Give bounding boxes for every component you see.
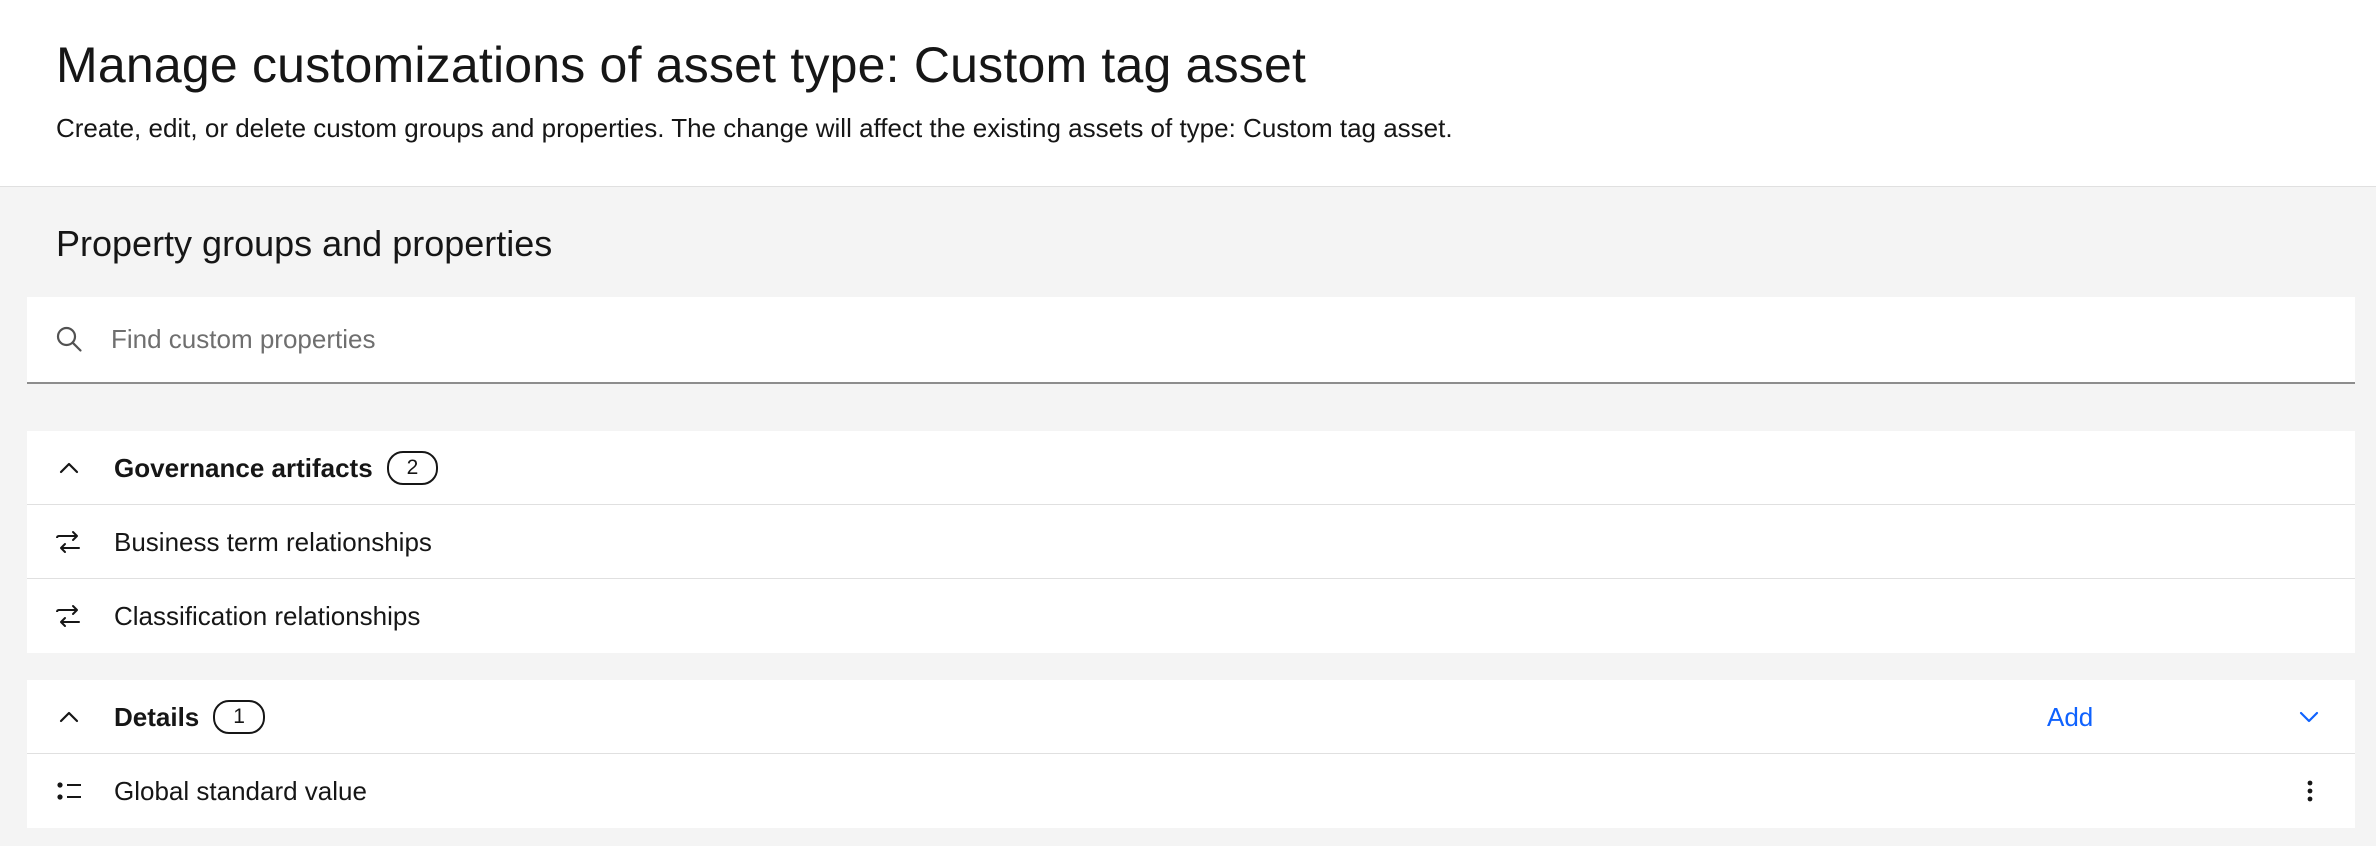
property-label: Business term relationships bbox=[114, 527, 432, 557]
overflow-menu-icon[interactable] bbox=[2295, 776, 2325, 806]
relationship-icon bbox=[56, 605, 80, 627]
section-heading: Property groups and properties bbox=[56, 223, 553, 264]
list-item[interactable]: Global standard value bbox=[27, 754, 2355, 828]
property-label: Classification relationships bbox=[114, 601, 421, 631]
property-group-details: Details 1 Add Global standard value bbox=[27, 680, 2355, 828]
chevron-up-icon[interactable] bbox=[55, 703, 83, 731]
group-name-text: Details bbox=[114, 702, 200, 732]
group-name-text: Governance artifacts bbox=[114, 453, 373, 483]
chevron-up-icon[interactable] bbox=[55, 454, 83, 482]
list-icon bbox=[57, 782, 81, 800]
property-label: Global standard value bbox=[114, 776, 367, 806]
group-header-details[interactable]: Details 1 Add bbox=[27, 680, 2355, 754]
search-input[interactable] bbox=[111, 297, 2311, 382]
add-button[interactable]: Add bbox=[2047, 680, 2093, 754]
page-title: Manage customizations of asset type: Cus… bbox=[56, 37, 1307, 93]
search-bar bbox=[27, 297, 2355, 384]
relationship-icon bbox=[56, 531, 80, 553]
page-subtitle: Create, edit, or delete custom groups an… bbox=[56, 113, 1453, 143]
page-header: Manage customizations of asset type: Cus… bbox=[0, 0, 2376, 187]
search-icon bbox=[56, 326, 82, 352]
group-name: Details 1 bbox=[114, 680, 265, 754]
group-name: Governance artifacts 2 bbox=[114, 431, 439, 505]
list-item[interactable]: Classification relationships bbox=[27, 579, 2355, 653]
group-header-governance-artifacts[interactable]: Governance artifacts 2 bbox=[27, 431, 2355, 505]
count-badge: 2 bbox=[386, 451, 439, 486]
property-group-governance-artifacts: Governance artifacts 2 Business term rela… bbox=[27, 431, 2355, 653]
count-badge: 1 bbox=[213, 700, 265, 735]
chevron-down-icon[interactable] bbox=[2295, 703, 2323, 731]
list-item[interactable]: Business term relationships bbox=[27, 505, 2355, 579]
